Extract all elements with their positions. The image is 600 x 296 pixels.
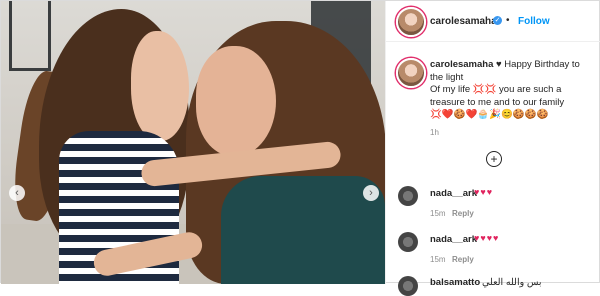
chevron-right-icon: ›	[369, 187, 373, 199]
post-photo[interactable]: ‹ ›	[1, 1, 385, 284]
commenter-avatar[interactable]	[398, 232, 418, 252]
post-header: carolesamaha ✓ • Follow	[386, 1, 600, 42]
chevron-left-icon: ‹	[15, 187, 19, 199]
photo-girl-face	[131, 31, 189, 141]
photo-woman-face	[196, 46, 276, 156]
author-avatar[interactable]	[396, 7, 426, 37]
post-side-panel: carolesamaha ✓ • Follow carolesamaha ♥ H…	[385, 1, 600, 296]
commenter-avatar[interactable]	[398, 276, 418, 296]
caption-line-3: Of my life 💢💢 you are such a	[430, 84, 562, 95]
caption: carolesamaha ♥ Happy Birthday to the lig…	[430, 59, 598, 122]
comment-timestamp[interactable]: 15m	[430, 255, 446, 264]
comment-text: ♥♥♥	[474, 187, 494, 197]
commenter-avatar[interactable]	[398, 186, 418, 206]
reply-button[interactable]: Reply	[452, 209, 474, 218]
photo-woman-top	[221, 176, 385, 284]
instagram-post: ‹ › carolesamaha ✓ • Follow carolesamaha…	[0, 0, 600, 296]
commenter-username[interactable]: nada__ark	[430, 188, 477, 199]
caption-timestamp[interactable]: 1h	[430, 128, 439, 137]
commenter-username[interactable]: nada__ark	[430, 234, 477, 245]
follow-button[interactable]: Follow	[518, 16, 550, 27]
caption-line-2: the light	[430, 71, 464, 83]
caption-author-avatar[interactable]	[396, 58, 426, 88]
caption-emoji-line: 💢❤️🍪❤️🧁🎉😊🍪🍪🍪	[430, 109, 549, 120]
comment-text: ♥♥♥♥	[474, 233, 500, 243]
verified-badge-icon: ✓	[493, 16, 502, 25]
caption-text: ♥ Happy Birthday to	[496, 59, 580, 70]
caption-username[interactable]: carolesamaha	[430, 59, 493, 70]
prev-photo-button[interactable]: ‹	[9, 185, 25, 201]
caption-line-1: carolesamaha ♥ Happy Birthday to	[430, 59, 598, 72]
separator-dot: •	[506, 15, 510, 26]
author-username[interactable]: carolesamaha	[430, 16, 497, 27]
next-photo-button[interactable]: ›	[363, 185, 379, 201]
photo-railing	[9, 1, 51, 71]
comment-timestamp[interactable]: 15m	[430, 209, 446, 218]
caption-line-4: treasure to me and to our family	[430, 96, 565, 108]
load-more-comments-icon[interactable]: +	[486, 151, 502, 167]
reply-button[interactable]: Reply	[452, 255, 474, 264]
